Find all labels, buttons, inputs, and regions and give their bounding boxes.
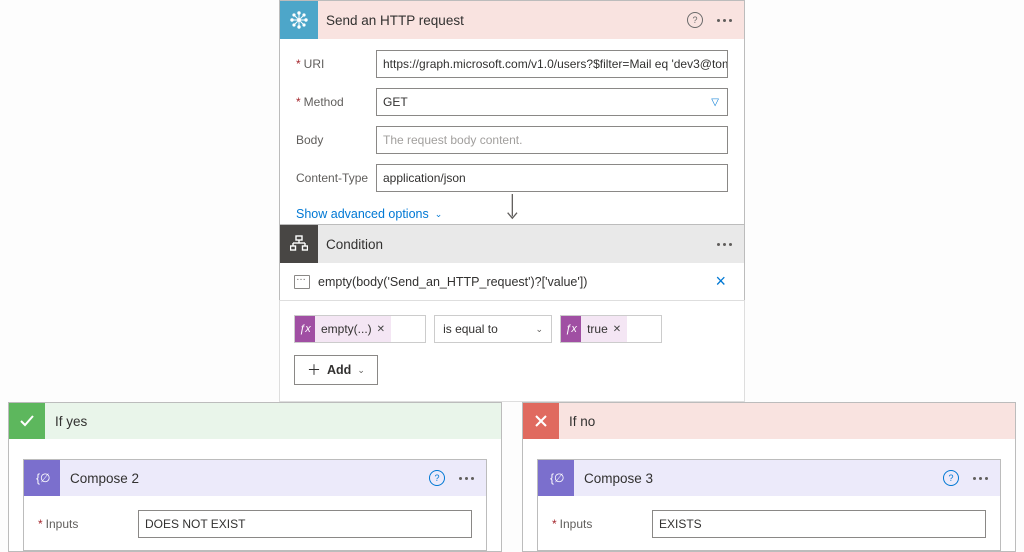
svg-text:{∅}: {∅}: [36, 471, 50, 485]
help-icon[interactable]: ?: [687, 12, 703, 28]
body-field: Body The request body content.: [280, 121, 744, 159]
svg-text:{∅}: {∅}: [550, 471, 564, 485]
operator-select[interactable]: is equal to⌄: [434, 315, 552, 343]
inputs-field: *Inputs DOES NOT EXIST: [38, 506, 472, 550]
close-icon[interactable]: ×: [711, 271, 730, 292]
compose-icon: {∅}: [24, 460, 60, 496]
left-operand-token[interactable]: ƒx empty(...)✕: [294, 315, 426, 343]
help-icon[interactable]: ?: [429, 470, 445, 486]
remove-token-icon[interactable]: ✕: [377, 324, 385, 335]
more-menu[interactable]: [969, 473, 992, 484]
condition-header[interactable]: Condition: [280, 225, 744, 263]
uri-field: *URI https://graph.microsoft.com/v1.0/us…: [280, 45, 744, 83]
content-type-label: Content-Type: [296, 171, 368, 185]
compose-3-header[interactable]: {∅} Compose 3 ?: [538, 460, 1000, 496]
method-label: Method: [304, 95, 344, 109]
x-icon: [523, 403, 559, 439]
method-field: *Method GET▽: [280, 83, 744, 121]
connector-arrow: [279, 194, 745, 222]
chevron-down-icon: ▽: [711, 97, 721, 108]
if-yes-label: If yes: [45, 414, 87, 429]
compose-2-action: {∅} Compose 2 ? *Inputs DOES NOT EXIST: [23, 459, 487, 551]
compose-3-action: {∅} Compose 3 ? *Inputs EXISTS: [537, 459, 1001, 551]
remove-token-icon[interactable]: ✕: [613, 324, 621, 335]
uri-input[interactable]: https://graph.microsoft.com/v1.0/users?$…: [376, 50, 728, 78]
inputs-input[interactable]: DOES NOT EXIST: [138, 510, 472, 538]
chevron-down-icon: ⌄: [357, 365, 365, 376]
if-no-label: If no: [559, 414, 595, 429]
check-icon: [9, 403, 45, 439]
condition-row: ƒx empty(...)✕ is equal to⌄ ƒx true✕: [294, 315, 730, 343]
http-header[interactable]: Send an HTTP request ?: [280, 1, 744, 39]
more-menu[interactable]: [713, 239, 736, 250]
compose-2-header[interactable]: {∅} Compose 2 ?: [24, 460, 486, 496]
more-menu[interactable]: [455, 473, 478, 484]
inputs-input[interactable]: EXISTS: [652, 510, 986, 538]
inputs-label: Inputs: [560, 517, 593, 531]
content-type-field: Content-Type application/json: [280, 159, 744, 197]
http-title: Send an HTTP request: [318, 13, 687, 28]
more-menu[interactable]: [713, 15, 736, 26]
inputs-label: Inputs: [46, 517, 79, 531]
condition-title: Condition: [318, 237, 713, 252]
fx-icon: ƒx: [561, 316, 581, 342]
condition-action: Condition empty(body('Send_an_HTTP_reque…: [279, 224, 745, 402]
body-input[interactable]: The request body content.: [376, 126, 728, 154]
fx-icon: ƒx: [295, 316, 315, 342]
if-no-branch: If no {∅} Compose 3 ?: [522, 402, 1016, 552]
add-condition-button[interactable]: ＋ Add ⌄: [294, 355, 378, 385]
if-no-header[interactable]: If no: [523, 403, 1015, 439]
compose-3-title: Compose 3: [574, 471, 943, 486]
http-icon: [280, 1, 318, 39]
method-select[interactable]: GET▽: [376, 88, 728, 116]
if-yes-branch: If yes {∅} Compose 2 ?: [8, 402, 502, 552]
if-yes-header[interactable]: If yes: [9, 403, 501, 439]
condition-icon: [280, 225, 318, 263]
compose-2-title: Compose 2: [60, 471, 429, 486]
chevron-down-icon: ⌄: [536, 324, 544, 335]
uri-label: URI: [304, 57, 325, 71]
help-icon[interactable]: ?: [943, 470, 959, 486]
compose-icon: {∅}: [538, 460, 574, 496]
expression-bar: empty(body('Send_an_HTTP_request')?['val…: [280, 263, 744, 300]
content-type-input[interactable]: application/json: [376, 164, 728, 192]
condition-branches: If yes {∅} Compose 2 ?: [8, 402, 1016, 552]
expression-icon: [294, 275, 310, 289]
body-label: Body: [296, 133, 323, 147]
plus-icon: ＋: [307, 363, 321, 377]
expression-text: empty(body('Send_an_HTTP_request')?['val…: [318, 275, 711, 289]
right-operand-token[interactable]: ƒx true✕: [560, 315, 662, 343]
inputs-field: *Inputs EXISTS: [552, 506, 986, 550]
